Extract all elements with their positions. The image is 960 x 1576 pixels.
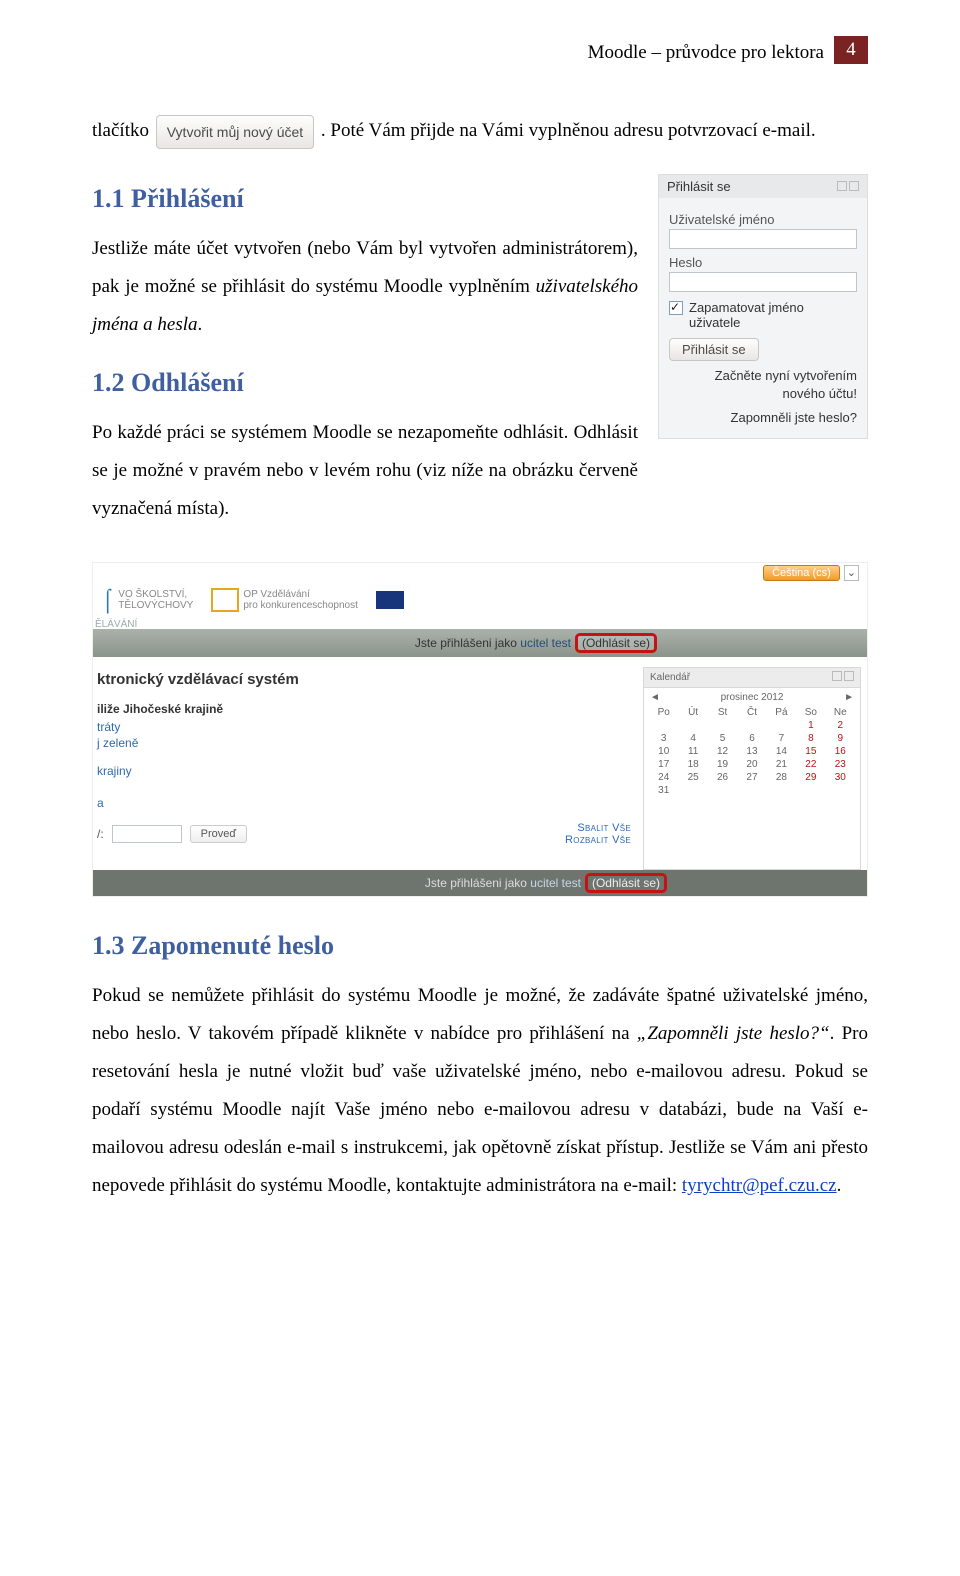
- page-number: 4: [834, 36, 868, 64]
- lang-bar: Čeština (cs) ⌄: [93, 563, 867, 583]
- course-link[interactable]: krajiny: [97, 764, 637, 778]
- heading-1-3: 1.3 Zapomenuté heslo: [92, 931, 868, 961]
- calendar-title: Kalendář: [650, 672, 690, 683]
- title-fragment: ĚLÁVÁNÍ: [93, 619, 867, 629]
- username-label: Uživatelské jméno: [669, 212, 857, 227]
- sec11-end: .: [198, 314, 203, 335]
- logout-figure: Čeština (cs) ⌄ ⌠ VO ŠKOLSTVÍ, TĚLOVÝCHOV…: [92, 562, 868, 897]
- calendar-grid: PoÚtStČtPáSoNe 12 3456789 10111213141516…: [650, 707, 854, 796]
- eu-logo: OP Vzdělávání pro konkurenceschopnost: [211, 588, 358, 612]
- cal-prev[interactable]: ◄: [650, 692, 660, 703]
- ministry-logo: ⌠ VO ŠKOLSTVÍ, TĚLOVÝCHOVY: [101, 587, 193, 613]
- sec13-t2: . Pro resetování hesla je nutné vložit b…: [92, 1023, 868, 1196]
- header-text: Moodle – průvodce pro lektora: [588, 36, 834, 64]
- intro-paragraph: tlačítko Vytvořit můj nový účet . Poté V…: [92, 112, 868, 150]
- loggedin-text: Jste přihlášeni jako: [415, 636, 520, 650]
- login-block: Přihlásit se Uživatelské jméno Heslo Zap…: [658, 174, 868, 439]
- remember-label: Zapamatovat jméno uživatele: [689, 300, 857, 330]
- logout-link-top[interactable]: (Odhlásit se): [575, 633, 657, 653]
- sec13-em: „Zapomněli jste heslo?“: [637, 1023, 830, 1044]
- eu-stars: [376, 591, 404, 609]
- expand-all-link[interactable]: Rozbalit Vše: [565, 834, 631, 846]
- create-account-button-img: Vytvořit můj nový účet: [156, 115, 314, 149]
- password-input[interactable]: [669, 272, 857, 292]
- logo-row: ⌠ VO ŠKOLSTVÍ, TĚLOVÝCHOVY OP Vzdělávání…: [93, 583, 867, 619]
- collapse-all-link[interactable]: Sbalit Vše: [565, 822, 631, 834]
- bottom-user-bar: Jste přihlášeni jako ucitel test (Odhlás…: [93, 870, 867, 896]
- course-link[interactable]: j zeleně: [97, 736, 637, 750]
- search-prefix: /:: [97, 827, 104, 841]
- minimize-icon: [837, 181, 847, 191]
- loggedin-user-link[interactable]: ucitel test: [520, 636, 571, 650]
- cal-next[interactable]: ►: [844, 692, 854, 703]
- course-link[interactable]: tráty: [97, 720, 637, 734]
- language-button[interactable]: Čeština (cs): [763, 565, 840, 581]
- execute-button[interactable]: Proveď: [190, 825, 248, 843]
- running-header: Moodle – průvodce pro lektora 4: [92, 36, 868, 64]
- sec13-paragraph: Pokud se nemůžete přihlásit do systému M…: [92, 977, 868, 1205]
- login-title-text: Přihlásit se: [667, 179, 731, 194]
- loggedin-user-link-bottom[interactable]: ucitel test: [530, 876, 581, 890]
- sec13-t3: .: [837, 1175, 842, 1196]
- intro-prefix: tlačítko: [92, 120, 154, 141]
- language-select[interactable]: ⌄: [844, 565, 859, 581]
- course-section: iliže Jihočeské krajině: [97, 702, 637, 716]
- login-aux-create[interactable]: Začněte nyní vytvořením nového účtu!: [669, 367, 857, 403]
- dock-icon: [849, 181, 859, 191]
- document-page: Moodle – průvodce pro lektora 4 tlačítko…: [0, 0, 960, 1289]
- sec12-paragraph: Po každé práci se systémem Moodle se nez…: [92, 414, 638, 528]
- admin-email-link[interactable]: tyrychtr@pef.czu.cz: [682, 1175, 837, 1196]
- heading-1-2: 1.2 Odhlášení: [92, 368, 638, 398]
- login-block-title: Přihlásit se: [659, 175, 867, 198]
- remember-checkbox[interactable]: [669, 301, 683, 315]
- cal-month: prosinec 2012: [721, 692, 784, 703]
- calendar-block: Kalendář ◄ prosinec 2012 ► PoÚtStČtPáSoN…: [643, 667, 861, 870]
- calendar-controls: [830, 671, 854, 684]
- username-input[interactable]: [669, 229, 857, 249]
- search-input[interactable]: [112, 825, 182, 843]
- course-link[interactable]: a: [97, 796, 637, 810]
- loggedin-text-bottom: Jste přihlášeni jako: [425, 876, 530, 890]
- login-submit-button[interactable]: Přihlásit se: [669, 338, 759, 361]
- mid-content: ktronický vzdělávací systém iliže Jihoče…: [93, 657, 867, 870]
- window-controls: [835, 179, 859, 194]
- system-title: ktronický vzdělávací systém: [97, 671, 637, 688]
- intro-suffix: . Poté Vám přijde na Vámi vyplněnou adre…: [321, 120, 816, 141]
- logout-link-bottom[interactable]: (Odhlásit se): [585, 873, 667, 893]
- sec11-paragraph: Jestliže máte účet vytvořen (nebo Vám by…: [92, 230, 638, 344]
- top-user-bar: Jste přihlášeni jako ucitel test (Odhlás…: [93, 629, 867, 657]
- login-aux-forgot[interactable]: Zapomněli jste heslo?: [669, 409, 857, 427]
- password-label: Heslo: [669, 255, 857, 270]
- section-1-1-row: 1.1 Přihlášení Jestliže máte účet vytvoř…: [92, 174, 868, 552]
- heading-1-1: 1.1 Přihlášení: [92, 184, 638, 214]
